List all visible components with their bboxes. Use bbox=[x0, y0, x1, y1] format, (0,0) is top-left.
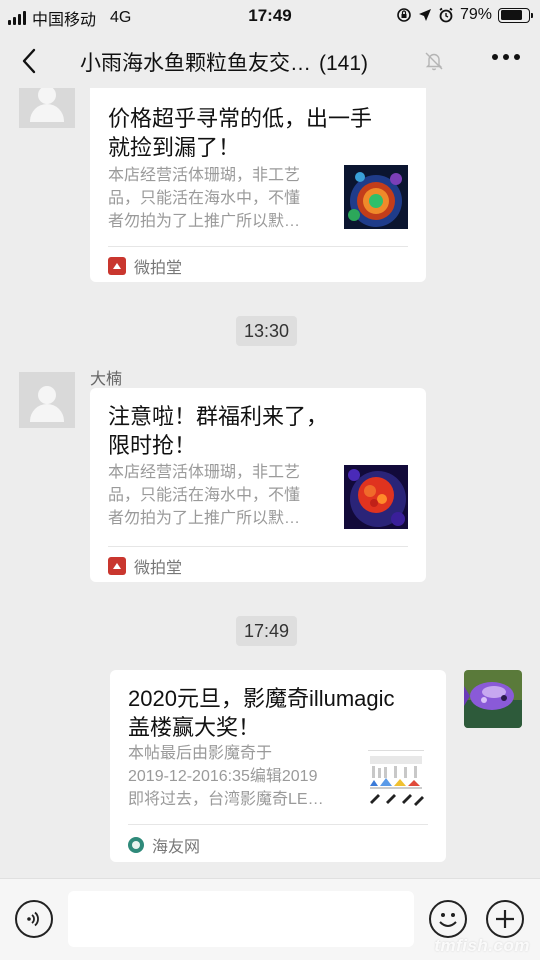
alarm-icon bbox=[439, 7, 453, 23]
avatar[interactable] bbox=[19, 88, 75, 128]
avatar[interactable] bbox=[19, 372, 75, 428]
card-divider bbox=[128, 824, 428, 825]
mute-bell-icon bbox=[425, 52, 443, 71]
card-source: 海友网 bbox=[128, 833, 200, 857]
more-dot bbox=[492, 54, 498, 60]
plus-icon bbox=[496, 910, 514, 928]
more-dot bbox=[503, 54, 509, 60]
card-source: 微拍堂 bbox=[108, 254, 182, 278]
card-title: 价格超乎寻常的低，出一手 就捡到漏了！ bbox=[108, 106, 373, 160]
input-bar: tmfish.com bbox=[0, 878, 540, 960]
location-icon bbox=[418, 9, 431, 21]
rotation-lock-icon bbox=[397, 8, 411, 22]
back-button[interactable] bbox=[14, 46, 44, 76]
status-bar: 中国移动 4G 17:49 79% bbox=[0, 0, 540, 32]
link-card[interactable]: 注意啦！群福利来了， 限时抢！ 本店经营活体珊瑚，非工艺 品，只能活在海水中，不… bbox=[90, 388, 426, 582]
group-name: 小雨海水鱼颗粒鱼友交… bbox=[80, 52, 311, 75]
card-description: 本帖最后由影魔奇于 2019-12-2016:35编辑2019 即将过去，台湾影… bbox=[128, 745, 324, 808]
chat-header: 小雨海水鱼颗粒鱼友交… (141) bbox=[0, 32, 540, 88]
card-thumbnail bbox=[344, 465, 408, 529]
card-source: 微拍堂 bbox=[108, 554, 182, 578]
avatar[interactable] bbox=[464, 670, 522, 728]
card-description: 本店经营活体珊瑚，非工艺 品，只能活在海水中，不懂 者勿拍为了上推广所以默… bbox=[108, 464, 301, 527]
status-right: 79% bbox=[396, 6, 533, 24]
weipaitang-icon bbox=[108, 257, 126, 275]
card-description: 本店经营活体珊瑚，非工艺 品，只能活在海水中，不懂 者勿拍为了上推广所以默… bbox=[108, 167, 301, 230]
chat-area[interactable]: 价格超乎寻常的低，出一手 就捡到漏了！ 本店经营活体珊瑚，非工艺 品，只能活在海… bbox=[0, 88, 540, 878]
chat-title: 小雨海水鱼颗粒鱼友交… (141) bbox=[80, 47, 368, 77]
member-count: (141) bbox=[319, 52, 369, 75]
watermark: tmfish.com bbox=[434, 936, 530, 955]
message-input[interactable] bbox=[68, 891, 414, 947]
link-card[interactable]: 价格超乎寻常的低，出一手 就捡到漏了！ 本店经营活体珊瑚，非工艺 品，只能活在海… bbox=[90, 88, 426, 282]
voice-icon bbox=[27, 911, 39, 927]
more-button[interactable] bbox=[492, 54, 520, 60]
sender-name: 大楠 bbox=[90, 371, 123, 388]
more-dot bbox=[514, 54, 520, 60]
card-thumbnail bbox=[344, 165, 408, 229]
battery-percent: 79% bbox=[459, 6, 492, 23]
weipaitang-icon bbox=[108, 557, 126, 575]
card-title: 2020元旦，影魔奇illumagic 盖楼赢大奖！ bbox=[128, 686, 395, 740]
voice-button[interactable] bbox=[15, 900, 53, 938]
more-functions-button[interactable] bbox=[486, 900, 524, 938]
haiyouwang-icon bbox=[128, 837, 144, 853]
battery-icon bbox=[498, 7, 533, 23]
timestamp: 13:30 bbox=[236, 316, 298, 346]
card-title: 注意啦！群福利来了， 限时抢！ bbox=[108, 404, 329, 458]
timestamp: 17:49 bbox=[236, 616, 298, 646]
card-divider bbox=[108, 246, 408, 247]
emoji-button[interactable] bbox=[429, 900, 467, 938]
back-icon bbox=[22, 48, 36, 74]
card-thumbnail bbox=[364, 746, 428, 810]
link-card[interactable]: 2020元旦，影魔奇illumagic 盖楼赢大奖！ 本帖最后由影魔奇于 201… bbox=[110, 670, 446, 862]
card-divider bbox=[108, 546, 408, 547]
emoji-icon bbox=[439, 913, 457, 927]
